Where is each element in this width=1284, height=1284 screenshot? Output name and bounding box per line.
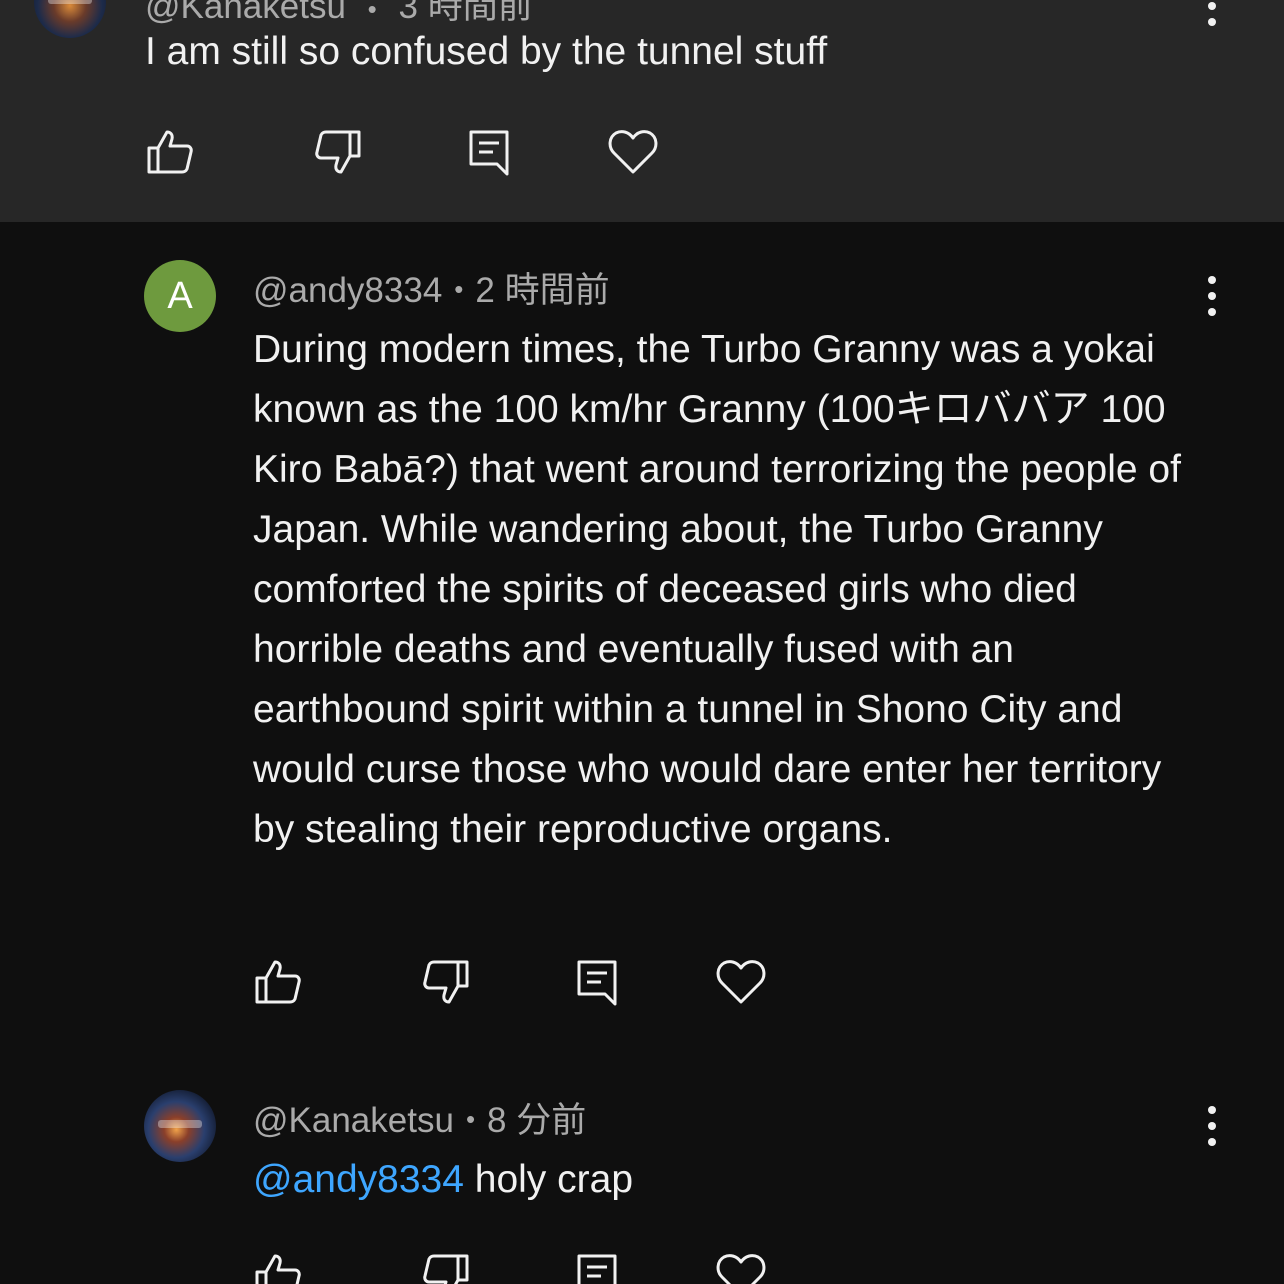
author-name[interactable]: @Kanaketsu bbox=[145, 0, 346, 26]
heart-icon bbox=[716, 960, 766, 1004]
more-vertical-icon[interactable] bbox=[1200, 276, 1224, 316]
comment-time: 8 分前 bbox=[487, 1101, 587, 1140]
thumbs-down-icon bbox=[423, 1254, 469, 1284]
comment-time: 3 時間前 bbox=[398, 0, 533, 26]
reply-button[interactable] bbox=[571, 1250, 623, 1284]
comment-text: I am still so confused by the tunnel stu… bbox=[145, 30, 828, 73]
reply-comment-icon bbox=[577, 960, 617, 1006]
comments-page: @Kanaketsu • 3 時間前 I am still so confuse… bbox=[0, 0, 1284, 1284]
reply-comment-icon bbox=[469, 130, 509, 176]
comment-time: 2 時間前 bbox=[475, 271, 610, 310]
comment-meta: @Kanaketsu • 3 時間前 bbox=[145, 0, 533, 29]
comment-text: @andy8334 holy crap bbox=[253, 1150, 1213, 1210]
more-vertical-icon[interactable] bbox=[1200, 1106, 1224, 1146]
more-vertical-icon[interactable] bbox=[1200, 0, 1224, 26]
meta-separator: • bbox=[465, 1104, 476, 1134]
thumbs-up-icon bbox=[255, 1254, 301, 1284]
parent-comment: @Kanaketsu • 3 時間前 I am still so confuse… bbox=[0, 0, 1284, 222]
thumbs-up-icon bbox=[255, 960, 301, 1004]
comment-actions bbox=[253, 1250, 893, 1284]
reply-button[interactable] bbox=[571, 956, 623, 1008]
heart-icon bbox=[716, 1254, 766, 1284]
reply-button[interactable] bbox=[463, 126, 515, 178]
comment-actions bbox=[253, 956, 893, 1016]
like-button[interactable] bbox=[145, 126, 197, 178]
reply-comment-icon bbox=[577, 1254, 617, 1284]
mention-link[interactable]: @andy8334 bbox=[253, 1158, 464, 1201]
dislike-button[interactable] bbox=[419, 1250, 471, 1284]
comment-meta: @andy8334 • 2 時間前 bbox=[253, 262, 610, 313]
meta-separator: • bbox=[367, 0, 377, 24]
heart-button[interactable] bbox=[715, 956, 767, 1008]
thumbs-down-icon bbox=[423, 960, 469, 1004]
like-button[interactable] bbox=[253, 956, 305, 1008]
meta-separator: • bbox=[454, 274, 464, 304]
comment-meta: @Kanaketsu • 8 分前 bbox=[253, 1092, 586, 1143]
heart-icon bbox=[608, 130, 658, 174]
comment-actions bbox=[145, 126, 785, 186]
comment-body: holy crap bbox=[474, 1158, 634, 1201]
avatar[interactable] bbox=[144, 1090, 216, 1162]
thumbs-up-icon bbox=[147, 130, 193, 174]
dislike-button[interactable] bbox=[311, 126, 363, 178]
author-name[interactable]: @Kanaketsu bbox=[253, 1101, 454, 1140]
heart-button[interactable] bbox=[607, 126, 659, 178]
thumbs-down-icon bbox=[315, 130, 361, 174]
like-button[interactable] bbox=[253, 1250, 305, 1284]
avatar[interactable] bbox=[34, 0, 106, 38]
avatar[interactable]: A bbox=[144, 260, 216, 332]
author-name[interactable]: @andy8334 bbox=[253, 271, 442, 310]
heart-button[interactable] bbox=[715, 1250, 767, 1284]
comment-text: During modern times, the Turbo Granny wa… bbox=[253, 328, 1181, 851]
dislike-button[interactable] bbox=[419, 956, 471, 1008]
